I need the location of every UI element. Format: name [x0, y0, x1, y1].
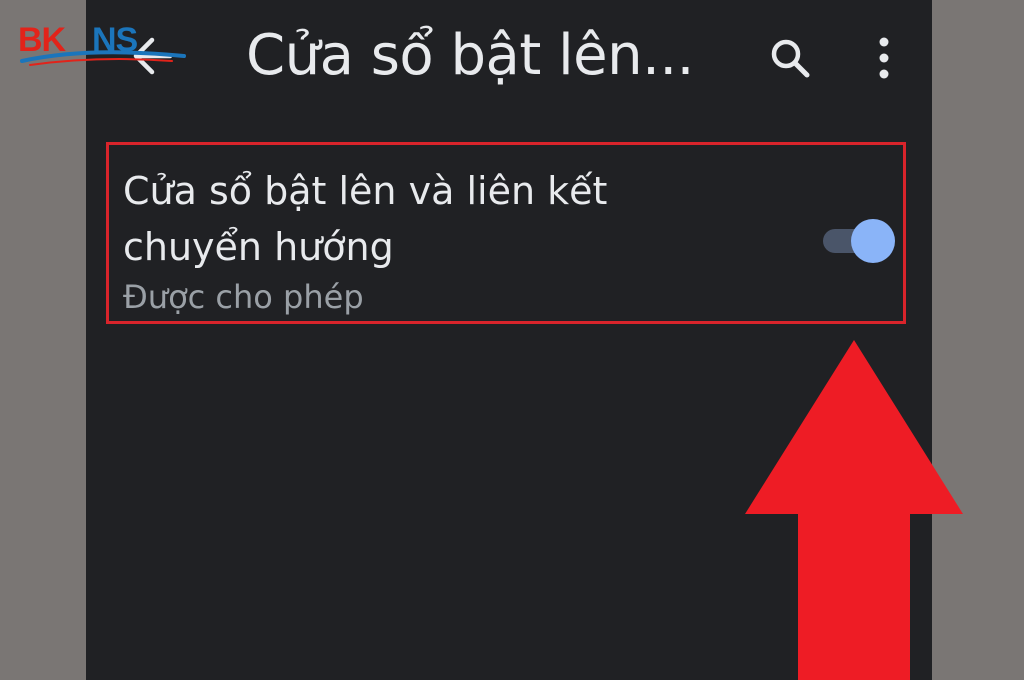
screenshot-stage: Cửa sổ bật lên... Cửa sổ bật lên và liên… [0, 0, 1024, 680]
red-up-arrow-icon [745, 340, 963, 680]
page-title: Cửa sổ bật lên... [246, 23, 694, 88]
popups-toggle-switch[interactable] [821, 218, 895, 264]
toggle-thumb [851, 219, 895, 263]
popups-redirects-setting[interactable]: Cửa sổ bật lên và liên kết chuyển hướng … [106, 142, 906, 324]
brand-logo: BK NS [18, 20, 188, 68]
bkns-logo-mark: BK NS [18, 21, 186, 66]
app-bar: Cửa sổ bật lên... [86, 0, 932, 112]
setting-summary: Được cho phép [123, 278, 364, 316]
setting-title: Cửa sổ bật lên và liên kết chuyển hướng [123, 169, 608, 269]
search-icon[interactable] [766, 34, 814, 82]
more-vert-icon[interactable] [866, 34, 902, 82]
